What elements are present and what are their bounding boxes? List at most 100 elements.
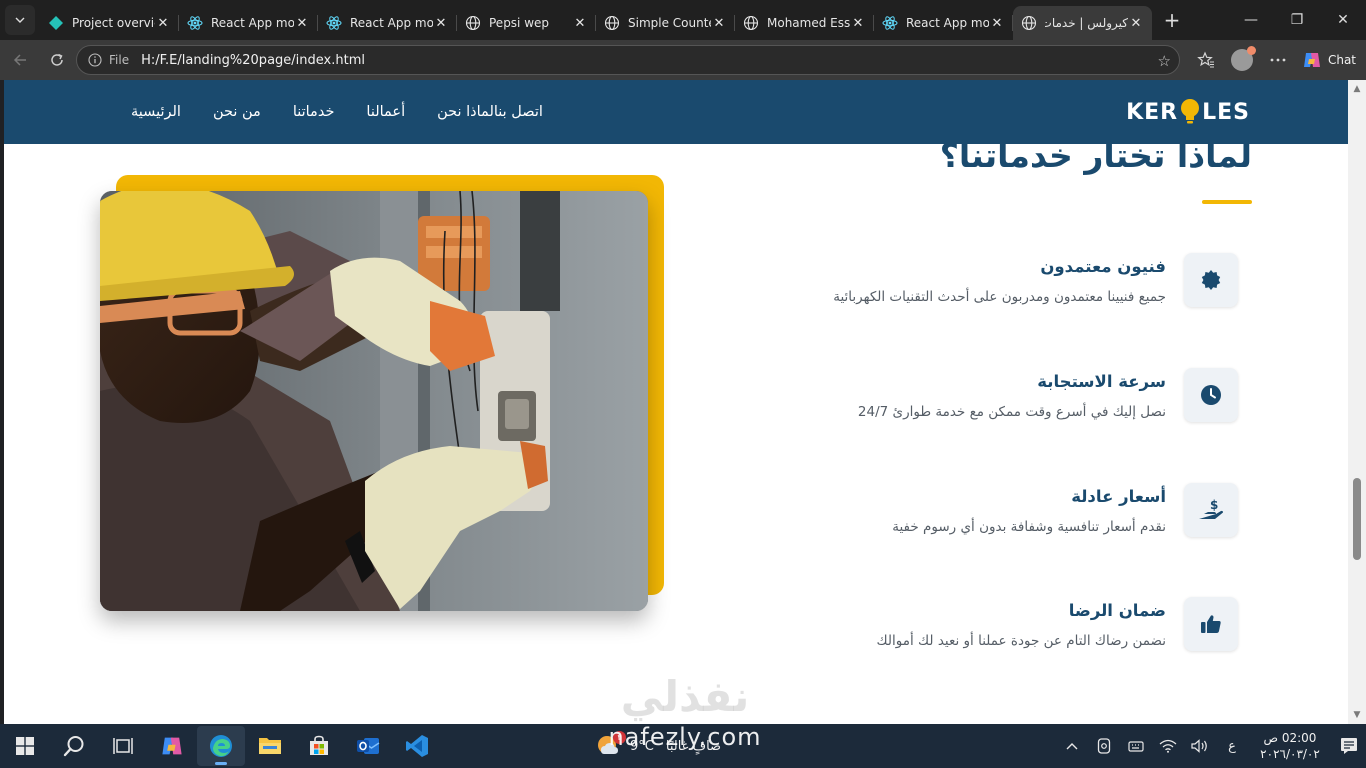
nav-link-why-us[interactable]: لماذا نحن — [437, 104, 494, 120]
vscode-icon — [405, 735, 428, 757]
site-nav: الرئيسية من نحن خدماتنا أعمالنا لماذا نح… — [99, 80, 543, 144]
page-viewport: لماذا تختار خدماتنا؟ فنيون معتمدون جميع … — [4, 80, 1348, 724]
react-icon — [187, 15, 203, 31]
tray-keyboard-button[interactable] — [1120, 724, 1152, 768]
feature-description: نصل إليك في أسرع وقت ممكن مع خدمة طوارئ … — [857, 404, 1166, 420]
weather-widget[interactable]: ٢ 9°C صافٍ غالبًا — [596, 724, 726, 768]
clock[interactable]: 02:00 ص ٢٠٢٦/٠٣/٠٢ — [1248, 730, 1332, 762]
feature-title: ضمان الرضا — [1068, 601, 1166, 620]
tab-kerolos-services[interactable]: كيرولس | خدمات ✕ — [1013, 6, 1152, 40]
tab-project-overview[interactable]: Project overview ✕ — [40, 6, 179, 40]
tab-simple-counter[interactable]: Simple Counter ✕ — [596, 6, 735, 40]
back-button[interactable] — [3, 43, 37, 77]
copilot-app-button[interactable] — [148, 726, 196, 766]
star-icon[interactable]: ☆ — [1158, 52, 1171, 70]
nav-link-portfolio[interactable]: أعمالنا — [366, 104, 405, 120]
page-scrollbar[interactable]: ▲ ▼ — [1348, 80, 1366, 724]
info-icon[interactable] — [87, 52, 103, 68]
task-view-button[interactable] — [99, 726, 147, 766]
tab-title: React App moo — [906, 16, 989, 30]
tray-app-button[interactable] — [1088, 724, 1120, 768]
taskbar-apps — [0, 724, 441, 768]
show-hidden-icons-button[interactable] — [1056, 724, 1088, 768]
tab-title: Mohamed Essa — [767, 16, 850, 30]
svg-text:$: $ — [1210, 498, 1218, 512]
more-options-button[interactable] — [1260, 42, 1296, 78]
minimize-button[interactable]: — — [1228, 0, 1274, 40]
tab-close-button[interactable]: ✕ — [294, 16, 310, 31]
tab-close-button[interactable]: ✕ — [850, 16, 866, 31]
tab-react-app-3[interactable]: React App moo ✕ — [874, 6, 1013, 40]
weather-description: صافٍ غالبًا — [665, 738, 722, 754]
windows-taskbar: ٢ 9°C صافٍ غالبًا ع 02:00 ص ٢٠٢٦/٠٣/٠٢ — [0, 724, 1366, 768]
feature-description: نقدم أسعار تنافسية وشفافة بدون أي رسوم خ… — [892, 519, 1166, 535]
copilot-icon — [161, 737, 182, 755]
tab-react-app-1[interactable]: React App moo ✕ — [179, 6, 318, 40]
tab-close-button[interactable]: ✕ — [989, 16, 1005, 31]
new-tab-button[interactable]: + — [1158, 6, 1186, 34]
electrician-illustration — [100, 191, 648, 611]
tab-close-button[interactable]: ✕ — [433, 16, 449, 31]
url-text[interactable]: H:/F.E/landing%20page/index.html — [141, 53, 365, 68]
globe-icon — [743, 15, 759, 31]
site-logo[interactable]: KER LES — [1126, 97, 1250, 127]
tab-title: Simple Counter — [628, 16, 711, 30]
lightbulb-icon — [1181, 99, 1200, 124]
tab-close-button[interactable]: ✕ — [155, 16, 171, 31]
reload-button[interactable] — [40, 43, 74, 77]
tab-mohamed-essa[interactable]: Mohamed Essa ✕ — [735, 6, 874, 40]
feature-text: فنيون معتمدون جميع فنيينا معتمدون ومدربو… — [833, 255, 1166, 310]
tab-close-button[interactable]: ✕ — [1128, 16, 1144, 31]
edge-icon — [209, 735, 232, 757]
tab-close-button[interactable]: ✕ — [711, 16, 727, 31]
scrollbar-thumb[interactable] — [1353, 478, 1361, 560]
windows-start-icon — [15, 737, 34, 755]
store-button[interactable] — [295, 726, 343, 766]
url-scheme-label: File — [109, 53, 130, 67]
input-language-indicator[interactable]: ع — [1216, 724, 1248, 768]
feature-item: سرعة الاستجابة نصل إليك في أسرع وقت ممكن… — [738, 368, 1238, 428]
nav-link-contact[interactable]: اتصل بنا — [494, 104, 543, 120]
tab-close-button[interactable]: ✕ — [572, 16, 588, 31]
close-window-button[interactable]: ✕ — [1320, 0, 1366, 40]
copilot-chat-button[interactable]: Chat — [1296, 45, 1366, 75]
profile-button[interactable] — [1224, 42, 1260, 78]
feature-description: جميع فنيينا معتمدون ومدربون على أحدث الت… — [833, 289, 1166, 305]
feature-item: $ أسعار عادلة نقدم أسعار تنافسية وشفافة … — [738, 483, 1238, 543]
scroll-up-arrow-icon[interactable]: ▲ — [1352, 84, 1362, 94]
outlook-button[interactable] — [344, 726, 392, 766]
tab-title: كيرولس | خدمات — [1045, 16, 1128, 30]
logo-text-part: KER — [1126, 99, 1179, 125]
edge-app-button[interactable] — [196, 726, 245, 766]
maximize-button[interactable]: ❐ — [1274, 0, 1320, 40]
react-icon — [326, 15, 342, 31]
globe-icon — [604, 15, 620, 31]
globe-icon — [1021, 15, 1037, 31]
keyboard-language-icon — [1128, 741, 1144, 752]
wifi-icon — [1159, 739, 1177, 753]
tab-actions-menu-button[interactable] — [5, 5, 35, 35]
favorites-button[interactable] — [1188, 42, 1224, 78]
chat-label: Chat — [1327, 53, 1356, 67]
more-horizontal-icon — [1270, 58, 1286, 62]
nav-link-about[interactable]: من نحن — [213, 104, 261, 120]
nav-link-home[interactable]: الرئيسية — [131, 104, 181, 120]
arrow-left-icon — [13, 54, 26, 66]
tab-pepsi[interactable]: Pepsi wep ✕ — [457, 6, 596, 40]
network-button[interactable] — [1152, 724, 1184, 768]
weather-temperature: 9°C — [630, 738, 654, 754]
feature-text: سرعة الاستجابة نصل إليك في أسرع وقت ممكن… — [858, 370, 1166, 425]
scroll-down-arrow-icon[interactable]: ▼ — [1352, 710, 1362, 720]
tab-react-app-2[interactable]: React App moo ✕ — [318, 6, 457, 40]
feature-item: فنيون معتمدون جميع فنيينا معتمدون ومدربو… — [738, 253, 1238, 313]
notifications-button[interactable] — [1332, 724, 1366, 768]
nav-link-services[interactable]: خدماتنا — [293, 104, 335, 120]
address-bar[interactable]: File H:/F.E/landing%20page/index.html ☆ — [76, 45, 1180, 75]
vscode-button[interactable] — [393, 726, 441, 766]
tab-list: Project overview ✕ React App moo ✕ React… — [40, 0, 1152, 40]
start-button[interactable] — [1, 726, 49, 766]
react-icon — [882, 15, 898, 31]
search-button[interactable] — [50, 726, 98, 766]
file-explorer-button[interactable] — [246, 726, 294, 766]
volume-button[interactable] — [1184, 724, 1216, 768]
